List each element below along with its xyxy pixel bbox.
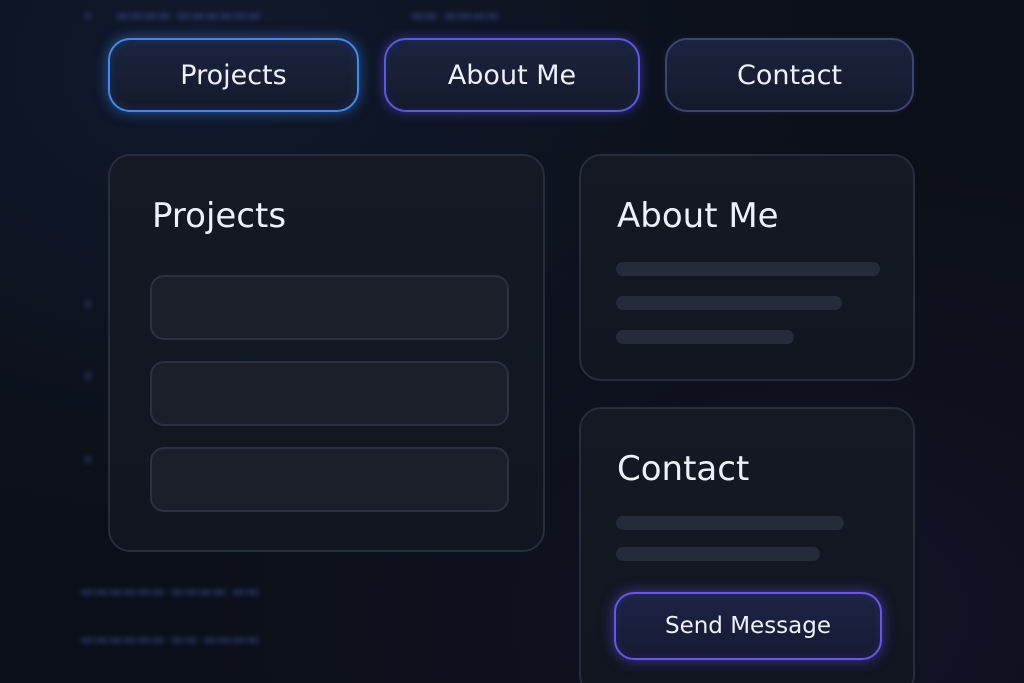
placeholder-text-line <box>616 262 880 276</box>
projects-card: Projects <box>108 154 545 552</box>
background-blur-text: ▬▬▬▬▬▬ ▬▬▬▬ ▬▬ <box>80 582 260 600</box>
contact-card-title: Contact <box>617 449 750 489</box>
placeholder-text-line <box>616 296 842 310</box>
about-me-card-title: About Me <box>617 196 779 236</box>
portfolio-screen: ▬▬▬▬ ▬▬▬▬▬▬ ▬▬ ▬▬▬▬ ▬▬▬▬▬▬ ▬▬▬▬ ▬▬ ▬▬▬▬▬… <box>0 0 1024 683</box>
background-blur-dot <box>84 372 92 380</box>
background-blur-text: ▬▬ ▬▬▬▬ <box>410 6 500 24</box>
projects-card-title: Projects <box>152 196 287 236</box>
placeholder-text-line <box>616 330 794 344</box>
send-message-button[interactable]: Send Message <box>614 592 882 660</box>
nav-about-me-button[interactable]: About Me <box>384 38 640 112</box>
placeholder-text-line <box>616 516 844 530</box>
project-item[interactable] <box>150 275 509 340</box>
about-me-card: About Me <box>579 154 915 381</box>
background-blur-dot <box>84 300 92 308</box>
project-item[interactable] <box>150 361 509 426</box>
nav-contact-button[interactable]: Contact <box>665 38 914 112</box>
project-item[interactable] <box>150 447 509 512</box>
contact-card: Contact Send Message <box>579 407 915 683</box>
nav-projects-button[interactable]: Projects <box>108 38 359 112</box>
placeholder-text-line <box>616 547 820 561</box>
background-blur-dot <box>84 455 92 463</box>
background-blur-text: ▬▬▬▬▬▬ ▬▬ ▬▬▬▬ <box>80 630 260 648</box>
background-blur-dot <box>84 12 92 20</box>
background-blur-text: ▬▬▬▬ ▬▬▬▬▬▬ <box>115 6 262 24</box>
